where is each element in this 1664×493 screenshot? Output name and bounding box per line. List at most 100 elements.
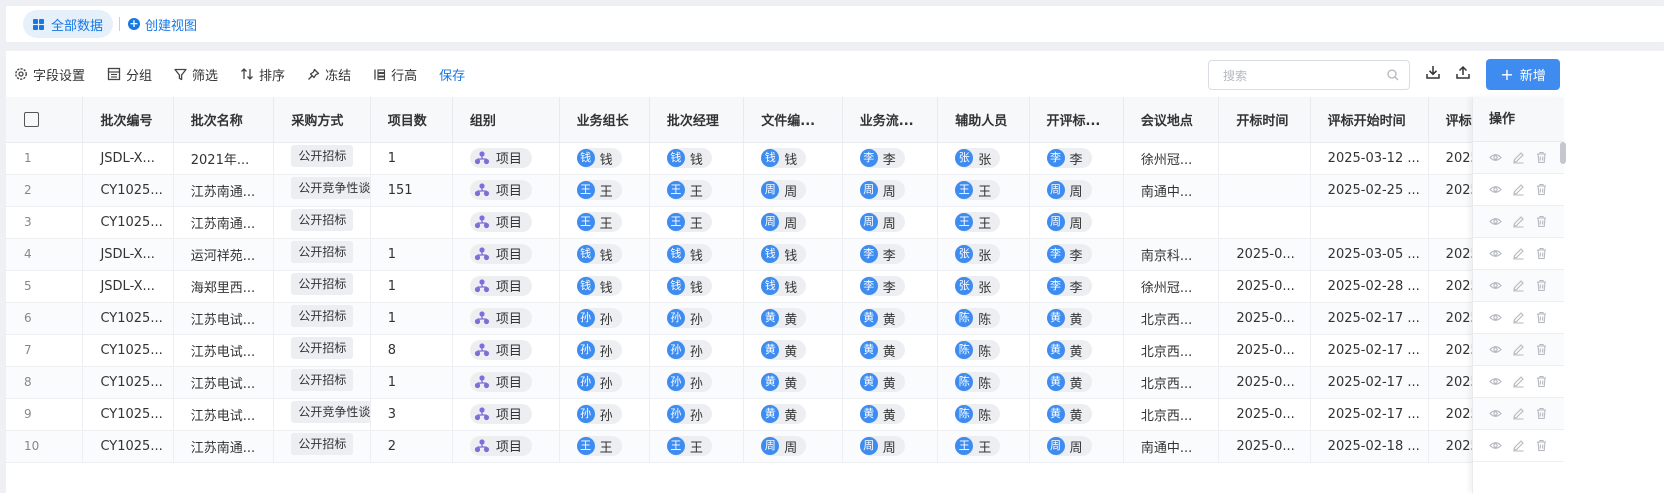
person-chip[interactable]: 张张: [955, 148, 1001, 168]
edit-icon[interactable]: [1512, 247, 1525, 260]
person-chip[interactable]: 王王: [666, 212, 712, 232]
delete-icon[interactable]: [1535, 279, 1548, 292]
person-chip[interactable]: 黄黄: [859, 308, 905, 328]
person-chip[interactable]: 王王: [955, 436, 1001, 456]
person-chip[interactable]: 张张: [955, 276, 1001, 296]
vertical-scrollbar[interactable]: [1560, 142, 1566, 164]
table-row[interactable]: 1 JSDL-X... 2021年... 公开招标 1 项目钱钱钱钱钱钱李李张张李李徐州冠…: [6, 142, 1556, 175]
person-chip[interactable]: 钱钱: [761, 148, 807, 168]
row-height-button[interactable]: 行高: [373, 65, 417, 84]
column-header[interactable]: 批次编号: [82, 97, 174, 143]
person-chip[interactable]: 王王: [576, 212, 622, 232]
edit-icon[interactable]: [1512, 407, 1525, 420]
view-icon[interactable]: [1489, 279, 1502, 292]
group-button[interactable]: 分组: [107, 65, 152, 84]
person-chip[interactable]: 周周: [1046, 436, 1092, 456]
table-row[interactable]: 8 CY1025... 江苏电试... 公开招标 1 项目孙孙孙孙黄黄黄黄陈陈黄黄北京西.…: [6, 366, 1556, 399]
person-chip[interactable]: 周周: [859, 180, 905, 200]
view-icon[interactable]: [1489, 151, 1502, 164]
person-chip[interactable]: 周周: [761, 212, 807, 232]
person-chip[interactable]: 孙孙: [666, 340, 712, 360]
view-icon[interactable]: [1489, 183, 1502, 196]
group-chip[interactable]: 项目: [469, 307, 532, 328]
group-chip[interactable]: 项目: [469, 211, 532, 232]
table-row[interactable]: 5 JSDL-X... 海郑里西... 公开招标 1 项目钱钱钱钱钱钱李李张张李李徐州冠.…: [6, 270, 1556, 303]
edit-icon[interactable]: [1512, 279, 1525, 292]
add-new-button[interactable]: + 新增: [1486, 59, 1560, 90]
view-icon[interactable]: [1489, 407, 1502, 420]
group-chip[interactable]: 项目: [469, 243, 532, 264]
edit-icon[interactable]: [1512, 183, 1525, 196]
view-icon[interactable]: [1489, 311, 1502, 324]
person-chip[interactable]: 李李: [1046, 244, 1092, 264]
person-chip[interactable]: 孙孙: [666, 308, 712, 328]
view-icon[interactable]: [1489, 439, 1502, 452]
person-chip[interactable]: 孙孙: [666, 372, 712, 392]
person-chip[interactable]: 陈陈: [955, 340, 1001, 360]
filter-button[interactable]: 筛选: [174, 65, 218, 84]
delete-icon[interactable]: [1535, 183, 1548, 196]
person-chip[interactable]: 王王: [955, 212, 1001, 232]
person-chip[interactable]: 王王: [666, 436, 712, 456]
delete-icon[interactable]: [1535, 215, 1548, 228]
person-chip[interactable]: 孙孙: [576, 340, 622, 360]
person-chip[interactable]: 钱钱: [666, 276, 712, 296]
person-chip[interactable]: 王王: [666, 180, 712, 200]
search-input[interactable]: 搜索: [1208, 60, 1410, 90]
field-settings-button[interactable]: 字段设置: [14, 65, 85, 84]
delete-icon[interactable]: [1535, 439, 1548, 452]
person-chip[interactable]: 李李: [1046, 148, 1092, 168]
person-chip[interactable]: 黄黄: [761, 372, 807, 392]
person-chip[interactable]: 王王: [955, 180, 1001, 200]
person-chip[interactable]: 黄黄: [859, 404, 905, 424]
group-chip[interactable]: 项目: [469, 403, 532, 424]
save-button[interactable]: 保存: [439, 65, 465, 84]
view-icon[interactable]: [1489, 375, 1502, 388]
column-header[interactable]: 业务流...: [842, 97, 939, 143]
column-header[interactable]: 采购方式: [273, 97, 371, 143]
column-header[interactable]: 会议地点: [1123, 97, 1220, 143]
delete-icon[interactable]: [1535, 151, 1548, 164]
person-chip[interactable]: 钱钱: [576, 148, 622, 168]
person-chip[interactable]: 钱钱: [761, 244, 807, 264]
edit-icon[interactable]: [1512, 215, 1525, 228]
delete-icon[interactable]: [1535, 375, 1548, 388]
column-header[interactable]: 批次经理: [649, 97, 745, 143]
table-row[interactable]: 4 JSDL-X... 运河祥苑... 公开招标 1 项目钱钱钱钱钱钱李李张张李李南京科.…: [6, 238, 1556, 271]
edit-icon[interactable]: [1512, 439, 1525, 452]
person-chip[interactable]: 黄黄: [761, 308, 807, 328]
group-chip[interactable]: 项目: [469, 371, 532, 392]
group-chip[interactable]: 项目: [469, 435, 532, 456]
view-icon[interactable]: [1489, 343, 1502, 356]
group-chip[interactable]: 项目: [469, 147, 532, 168]
delete-icon[interactable]: [1535, 343, 1548, 356]
create-view-button[interactable]: + 创建视图: [128, 15, 197, 34]
column-header[interactable]: 开标时间: [1218, 97, 1311, 143]
person-chip[interactable]: 孙孙: [576, 308, 622, 328]
person-chip[interactable]: 李李: [1046, 276, 1092, 296]
table-row[interactable]: 9 CY1025... 江苏电试... 公开竞争性谈 3 项目孙孙孙孙黄黄黄黄陈陈黄黄北京…: [6, 398, 1556, 431]
person-chip[interactable]: 黄黄: [859, 372, 905, 392]
person-chip[interactable]: 周周: [859, 436, 905, 456]
group-chip[interactable]: 项目: [469, 275, 532, 296]
person-chip[interactable]: 钱钱: [666, 148, 712, 168]
person-chip[interactable]: 黄黄: [859, 340, 905, 360]
person-chip[interactable]: 周周: [1046, 212, 1092, 232]
person-chip[interactable]: 李李: [859, 244, 905, 264]
person-chip[interactable]: 黄黄: [1046, 308, 1092, 328]
person-chip[interactable]: 黄黄: [1046, 404, 1092, 424]
download-icon[interactable]: [1425, 64, 1441, 80]
person-chip[interactable]: 李李: [859, 276, 905, 296]
view-icon[interactable]: [1489, 215, 1502, 228]
person-chip[interactable]: 李李: [859, 148, 905, 168]
person-chip[interactable]: 孙孙: [576, 372, 622, 392]
person-chip[interactable]: 钱钱: [576, 276, 622, 296]
person-chip[interactable]: 周周: [859, 212, 905, 232]
person-chip[interactable]: 陈陈: [955, 372, 1001, 392]
person-chip[interactable]: 钱钱: [761, 276, 807, 296]
person-chip[interactable]: 周周: [1046, 180, 1092, 200]
column-header[interactable]: 文件编...: [743, 97, 843, 143]
column-header[interactable]: 评标开始时间: [1310, 97, 1429, 143]
delete-icon[interactable]: [1535, 407, 1548, 420]
table-row[interactable]: 10 CY1025... 江苏南通... 公开招标 2 项目王王王王周周周周王王周周南通中…: [6, 430, 1556, 463]
